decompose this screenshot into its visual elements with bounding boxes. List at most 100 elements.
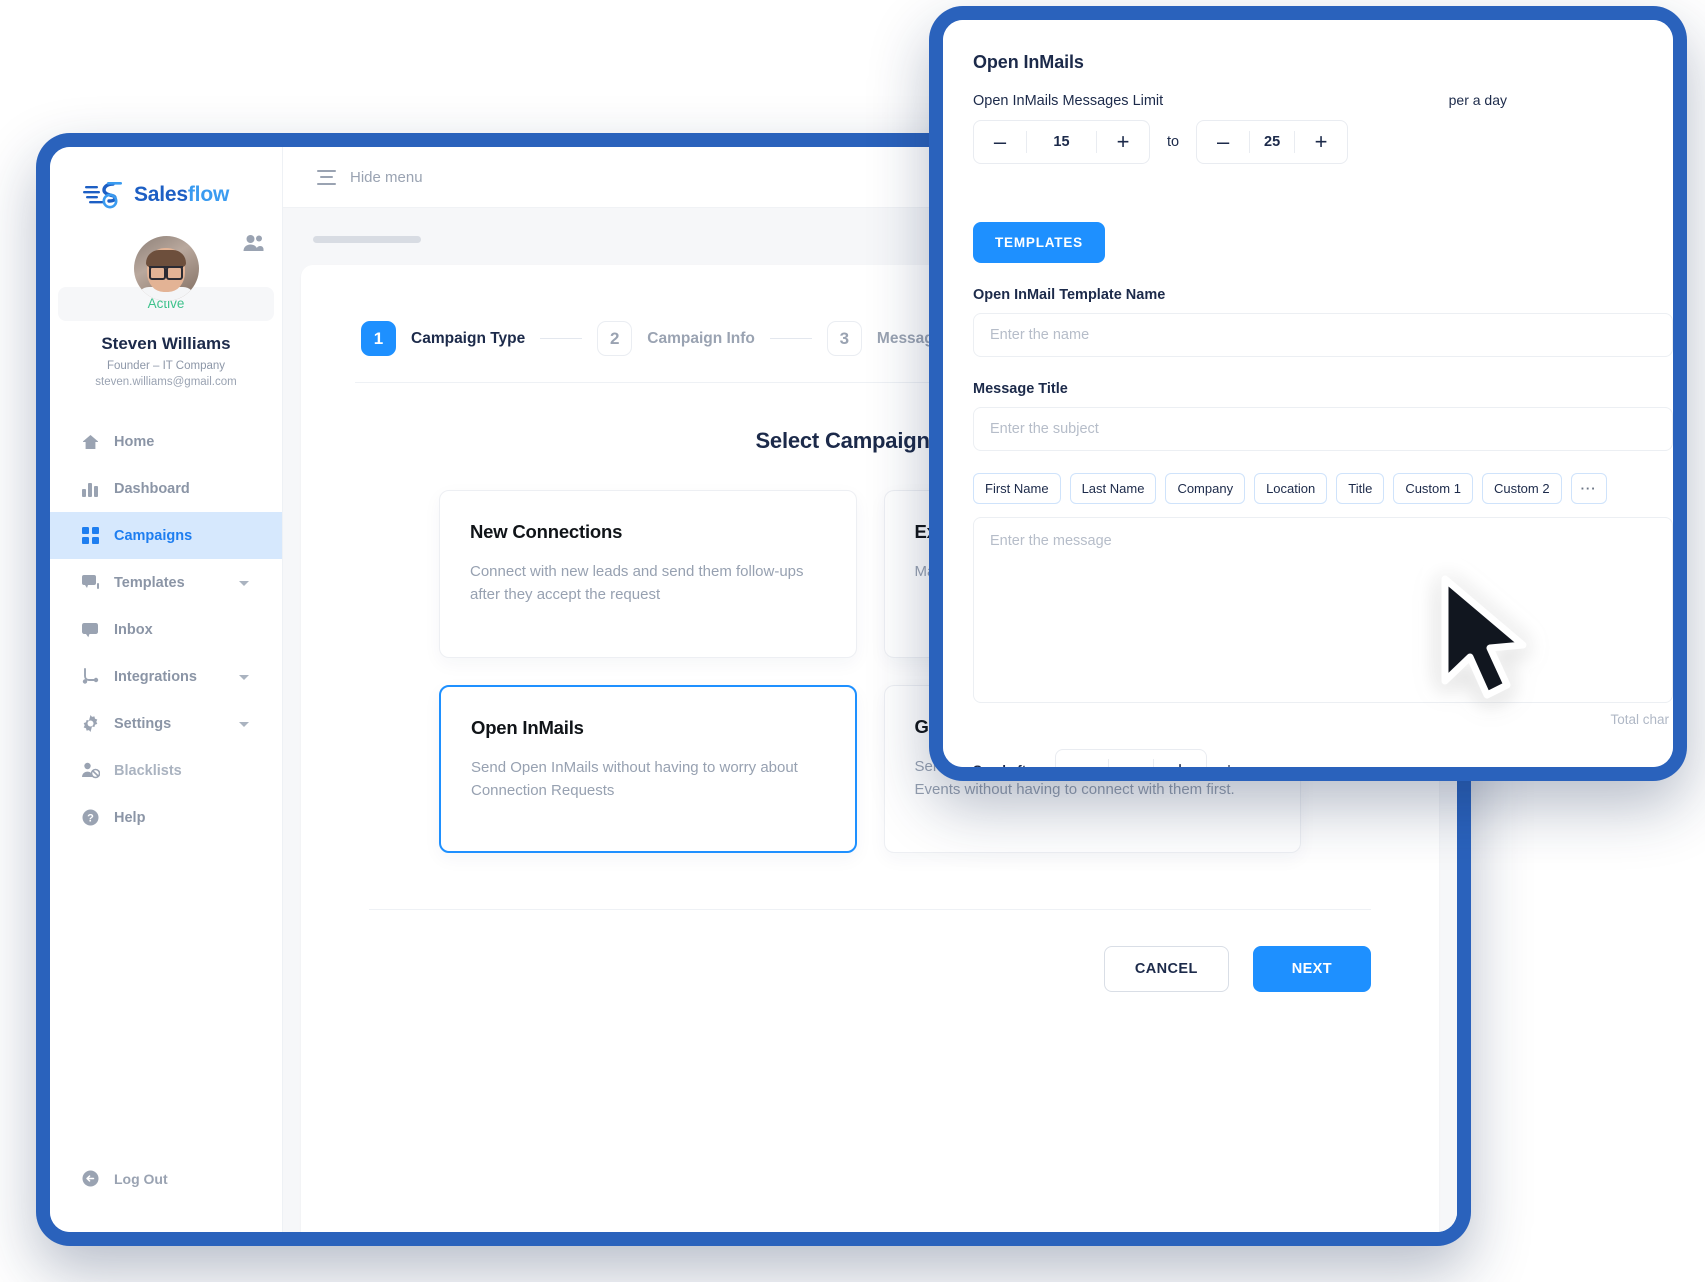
avatar[interactable] xyxy=(133,236,199,301)
limit-max-value[interactable]: 25 xyxy=(1250,134,1294,150)
logout-icon xyxy=(81,1169,100,1188)
chip-more-icon[interactable]: ··· xyxy=(1570,473,1607,504)
minus-icon[interactable]: – xyxy=(1197,121,1249,163)
campaign-card-title: Open InMails xyxy=(471,717,584,738)
send-after-unit: day xyxy=(1223,763,1245,768)
modal-window-frame: Open InMails Open InMails Messages Limit… xyxy=(929,6,1687,781)
sidebar-item-dashboard[interactable]: Dashboard xyxy=(50,465,282,512)
sidebar-item-label: Blacklists xyxy=(114,762,182,779)
plus-icon[interactable]: + xyxy=(1154,750,1206,767)
step-connector xyxy=(540,338,583,339)
send-after-label: Send after xyxy=(973,763,1039,768)
chart-bar-icon xyxy=(81,479,100,498)
chip-custom-1[interactable]: Custom 1 xyxy=(1393,473,1473,504)
message-title-input[interactable]: Enter the subject xyxy=(973,407,1673,451)
step-connector xyxy=(769,338,812,339)
chevron-down-icon[interactable] xyxy=(239,721,249,727)
template-name-input[interactable]: Enter the name xyxy=(973,313,1673,357)
sidebar-item-templates[interactable]: Templates xyxy=(50,559,282,606)
limit-max-stepper[interactable]: – 25 + xyxy=(1196,120,1349,164)
modal-title: Open InMails xyxy=(973,52,1084,72)
limit-row: Open InMails Messages Limit per a day xyxy=(973,92,1673,109)
sidebar-item-inbox[interactable]: Inbox xyxy=(50,606,282,653)
hamburger-menu-icon[interactable] xyxy=(317,169,336,185)
minus-icon[interactable]: – xyxy=(1056,750,1108,767)
next-button[interactable]: NEXT xyxy=(1252,946,1371,992)
minus-icon[interactable]: – xyxy=(974,121,1026,163)
chip-custom-2[interactable]: Custom 2 xyxy=(1481,473,1562,504)
home-icon xyxy=(81,432,100,451)
step-label: Campaign Type xyxy=(411,329,526,347)
limit-min-stepper[interactable]: – 15 + xyxy=(973,120,1150,164)
open-inmails-modal: Open InMails Open InMails Messages Limit… xyxy=(943,20,1673,767)
logout-label: Log Out xyxy=(114,1170,168,1187)
sidebar-item-label: Settings xyxy=(114,715,172,732)
plus-icon[interactable]: + xyxy=(1097,121,1149,163)
logout-button[interactable]: Log Out xyxy=(50,1169,282,1232)
step-number: 2 xyxy=(597,321,633,356)
sidebar-item-label: Home xyxy=(114,433,155,450)
chip-location[interactable]: Location xyxy=(1254,473,1328,504)
grid-icon xyxy=(81,526,100,545)
campaign-card-desc: Connect with new leads and send them fol… xyxy=(470,563,804,603)
brand-logo[interactable]: Salesflow xyxy=(50,147,282,210)
campaign-card-open-inmails[interactable]: Open InMails Send Open InMails without h… xyxy=(439,685,857,853)
limit-label: Open InMails Messages Limit xyxy=(973,93,1164,109)
step-number: 3 xyxy=(826,321,862,356)
stepper-divider xyxy=(1108,759,1110,767)
sidebar-item-label: Help xyxy=(114,809,146,826)
step-campaign-info[interactable]: 2 Campaign Info xyxy=(597,321,755,356)
templates-button[interactable]: TEMPLATES xyxy=(973,222,1105,263)
chip-company[interactable]: Company xyxy=(1165,473,1246,504)
hide-menu-label[interactable]: Hide menu xyxy=(350,169,423,186)
step-campaign-type[interactable]: 1 Campaign Type xyxy=(361,321,525,356)
per-day-label: per a day xyxy=(1448,92,1507,108)
sidebar: Salesflow Active Steven Williams Founder… xyxy=(50,147,283,1232)
chevron-down-icon[interactable] xyxy=(239,674,249,680)
contacts-icon[interactable] xyxy=(243,234,264,257)
chevron-down-icon[interactable] xyxy=(239,580,249,586)
brand-name: Salesflow xyxy=(134,183,229,207)
send-after-stepper[interactable]: – + xyxy=(1055,749,1208,767)
limit-steppers: – 15 + to – 25 + xyxy=(973,120,1673,164)
to-label: to xyxy=(1167,134,1180,150)
sidebar-item-blacklists[interactable]: Blacklists xyxy=(50,747,282,794)
gear-icon xyxy=(81,714,100,733)
total-characters-label: Total char xyxy=(1610,712,1669,727)
variable-chips: First Name Last Name Company Location Ti… xyxy=(973,473,1673,504)
campaign-card-new-connections[interactable]: New Connections Connect with new leads a… xyxy=(439,490,857,658)
sidebar-item-label: Templates xyxy=(114,574,185,591)
message-body-input[interactable]: Enter the message xyxy=(973,517,1673,703)
plus-icon[interactable]: + xyxy=(1295,121,1347,163)
sidebar-item-label: Integrations xyxy=(114,668,197,685)
campaign-card-title: New Connections xyxy=(470,521,623,542)
chip-first-name[interactable]: First Name xyxy=(973,473,1061,504)
salesflow-logo-icon xyxy=(83,180,125,210)
sidebar-item-campaigns[interactable]: Campaigns xyxy=(50,512,282,559)
cancel-button[interactable]: CANCEL xyxy=(1103,946,1229,992)
chip-last-name[interactable]: Last Name xyxy=(1069,473,1157,504)
sidebar-item-label: Campaigns xyxy=(114,527,193,544)
user-email: steven.williams@gmail.com xyxy=(95,376,237,388)
step-label: Campaign Info xyxy=(647,329,755,347)
step-number: 1 xyxy=(361,321,396,356)
question-circle-icon: ? xyxy=(81,808,100,827)
chip-title[interactable]: Title xyxy=(1336,473,1385,504)
brand-name-part2: flow xyxy=(187,183,230,206)
user-name: Steven Williams xyxy=(101,334,231,353)
campaign-card-desc: Send Open InMails without having to worr… xyxy=(471,759,798,799)
svg-text:?: ? xyxy=(87,813,94,825)
chat-icon xyxy=(81,573,100,592)
screenshot-stage: Salesflow Active Steven Williams Founder… xyxy=(0,0,1705,1282)
sidebar-item-help[interactable]: ? Help xyxy=(50,794,282,841)
profile-block: Active Steven Williams Founder – IT Comp… xyxy=(50,210,282,388)
sidebar-item-label: Inbox xyxy=(114,621,153,638)
sidebar-item-settings[interactable]: Settings xyxy=(50,700,282,747)
message-title-label: Message Title xyxy=(973,381,1068,397)
template-name-label: Open InMail Template Name xyxy=(973,287,1166,303)
sidebar-item-home[interactable]: Home xyxy=(50,418,282,465)
user-role: Founder – IT Company xyxy=(106,360,226,372)
limit-min-value[interactable]: 15 xyxy=(1027,134,1096,150)
sidebar-item-integrations[interactable]: Integrations xyxy=(50,653,282,700)
breadcrumb-placeholder xyxy=(313,236,421,243)
